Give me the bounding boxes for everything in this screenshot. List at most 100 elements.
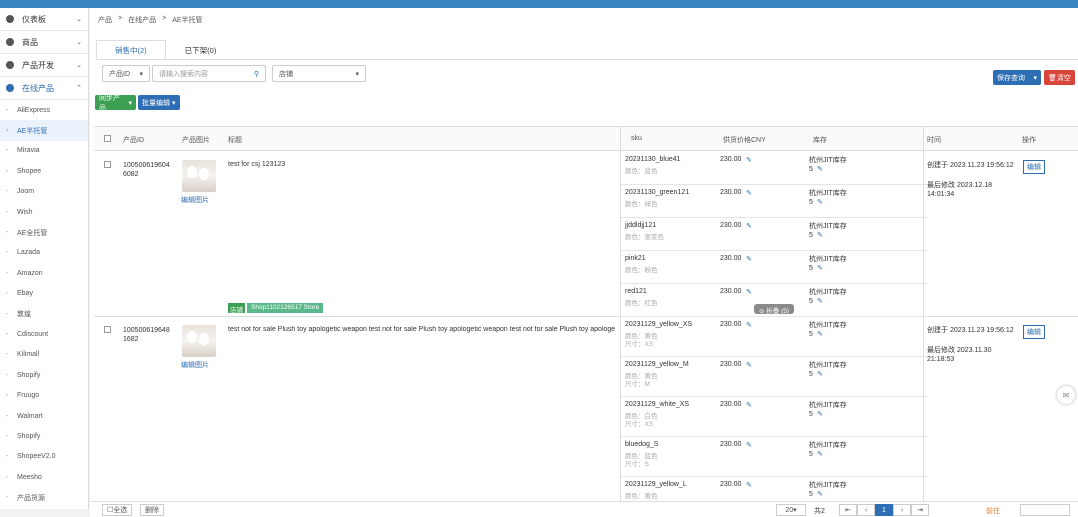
edit-price-icon[interactable]: ✎ xyxy=(746,361,752,369)
edit-price-icon[interactable]: ✎ xyxy=(746,401,752,409)
sidebar-group-label: 仪表板 xyxy=(22,14,46,24)
edit-image-link[interactable]: 编辑图片 xyxy=(181,360,209,370)
sidebar-item[interactable]: - Cdiscount xyxy=(0,324,88,344)
sidebar-item[interactable]: - Lazada xyxy=(0,243,88,263)
sku-price: 230.00 xyxy=(720,222,742,229)
select-all-checkbox[interactable] xyxy=(104,135,111,142)
chat-icon[interactable]: ✉ xyxy=(1057,386,1075,404)
edit-price-icon[interactable]: ✎ xyxy=(746,156,752,164)
edit-stock-icon[interactable]: ✎ xyxy=(817,297,823,305)
edit-stock-icon[interactable]: ✎ xyxy=(817,370,823,378)
edit-price-icon[interactable]: ✎ xyxy=(746,321,752,329)
sidebar-item[interactable]: - Walmart xyxy=(0,406,88,426)
sidebar-item[interactable]: - Shopify xyxy=(0,426,88,446)
goto-page-input[interactable] xyxy=(1020,504,1070,516)
sidebar-item[interactable]: - Shopify xyxy=(0,365,88,385)
search-icon[interactable]: ⚲ xyxy=(254,70,259,78)
sidebar-item[interactable]: - Ebay xyxy=(0,284,88,304)
edit-stock-icon[interactable]: ✎ xyxy=(817,198,823,206)
edit-stock-icon[interactable]: ✎ xyxy=(817,450,823,458)
page-number[interactable]: 1 xyxy=(875,504,893,516)
clear-button[interactable]: 🗑 清空 xyxy=(1044,70,1075,85)
sidebar-group-product-dev[interactable]: 产品开发 ⌄ xyxy=(0,54,88,77)
sidebar-item-label: Meesho xyxy=(17,473,42,481)
table-header: 产品ID 产品图片 标题 sku 供货价格CNY 库存 时间 操作 xyxy=(94,127,1078,151)
edit-stock-icon[interactable]: ✎ xyxy=(817,490,823,498)
sidebar-item[interactable]: - 产品货源 xyxy=(0,487,88,507)
sidebar-item[interactable]: - Kilimall xyxy=(0,345,88,365)
sidebar-item[interactable]: - Shopee xyxy=(0,161,88,181)
tab-on-sale[interactable]: 销售中(2) xyxy=(96,40,166,59)
edit-price-icon[interactable]: ✎ xyxy=(746,255,752,263)
prev-page-button[interactable]: ‹ xyxy=(857,504,875,516)
product-title: test for csj 123123 xyxy=(228,161,286,168)
row-checkbox[interactable] xyxy=(104,326,111,333)
sync-products-button[interactable]: 同步产品 ▾ xyxy=(95,95,136,112)
tab-off-shelf[interactable]: 已下架(0) xyxy=(165,40,236,59)
save-search-button[interactable]: 保存查询 ▾ xyxy=(993,70,1041,85)
edit-price-icon[interactable]: ✎ xyxy=(746,481,752,489)
edit-stock-icon[interactable]: ✎ xyxy=(817,264,823,272)
created-time: 创建于 2023.11.23 19:56:12 xyxy=(927,162,1014,169)
sidebar-item[interactable]: - Meesho xyxy=(0,467,88,487)
sidebar-item[interactable]: - AliExpress xyxy=(0,100,88,120)
edit-button[interactable]: 编辑 xyxy=(1023,160,1045,174)
sku-price: 230.00 xyxy=(720,255,742,262)
edit-price-icon[interactable]: ✎ xyxy=(746,288,752,296)
column-header: 产品图片 xyxy=(182,137,210,144)
store-select[interactable]: 店铺 ▾ xyxy=(272,65,366,82)
sku-warehouse: 杭州JIT库存 xyxy=(809,402,847,409)
sku-stock-qty: 5 xyxy=(809,298,813,305)
edit-button[interactable]: 编辑 xyxy=(1023,325,1045,339)
breadcrumb-item[interactable]: 产品 xyxy=(98,15,112,25)
sidebar-item[interactable]: - Fruugo xyxy=(0,385,88,405)
sidebar-item[interactable]: - Wish xyxy=(0,202,88,222)
search-input[interactable]: 请输入搜索内容 ⚲ xyxy=(152,65,266,82)
edit-price-icon[interactable]: ✎ xyxy=(746,441,752,449)
sku-price: 230.00 xyxy=(720,156,742,163)
sidebar-group-label: 产品开发 xyxy=(22,60,54,70)
sidebar-group-goods[interactable]: 商品 ⌄ xyxy=(0,31,88,54)
next-page-button[interactable]: › xyxy=(893,504,911,516)
edit-stock-icon[interactable]: ✎ xyxy=(817,410,823,418)
sidebar-item[interactable]: - 敦煌 xyxy=(0,304,88,324)
sidebar-item[interactable]: - Joom xyxy=(0,182,88,202)
product-image[interactable] xyxy=(182,160,216,192)
table-row: 1005006196481682 编辑图片 test not for sale … xyxy=(94,317,1078,501)
edit-image-link[interactable]: 编辑图片 xyxy=(181,195,209,205)
sidebar-item[interactable]: - ShopeeV2.0 xyxy=(0,447,88,467)
breadcrumb-item[interactable]: 在线产品 xyxy=(128,15,156,25)
first-page-button[interactable]: ⇤ xyxy=(839,504,857,516)
column-divider xyxy=(923,127,924,501)
dash-icon: - xyxy=(6,208,9,216)
page-size-select[interactable]: 20 ▾ xyxy=(776,504,806,516)
delete-button[interactable]: 删除 xyxy=(140,504,164,516)
row-checkbox[interactable] xyxy=(104,161,111,168)
chevron-down-icon: ▾ xyxy=(355,70,359,78)
button-label: 批量编辑 xyxy=(142,99,170,107)
edit-price-icon[interactable]: ✎ xyxy=(746,189,752,197)
sidebar-item[interactable]: - Miravia xyxy=(0,141,88,161)
sku-row: bluedog_S 颜色：蓝色 尺寸：S 230.00 ✎ 杭州JIT库存 5 ✎ xyxy=(620,437,927,477)
sidebar-item[interactable]: - AE全托管 xyxy=(0,222,88,242)
edit-stock-icon[interactable]: ✎ xyxy=(817,231,823,239)
goto-label: 前往 xyxy=(986,508,1000,515)
sidebar-item-label: Amazon xyxy=(17,269,43,277)
chevron-down-icon: ▾ xyxy=(793,507,797,514)
dash-icon: - xyxy=(6,290,9,298)
column-header: sku xyxy=(631,135,642,142)
sidebar-item[interactable]: › AE半托管 xyxy=(0,120,88,141)
sidebar-item-label: Lazada xyxy=(17,249,40,257)
product-image[interactable] xyxy=(182,325,216,357)
select-all-button[interactable]: ☐ 全选 xyxy=(102,504,133,516)
last-page-button[interactable]: ⇥ xyxy=(911,504,929,516)
sidebar-group-online-products[interactable]: 在线产品 ⌃ xyxy=(0,77,88,100)
edit-stock-icon[interactable]: ✎ xyxy=(817,330,823,338)
product-id: 1005006196481682 xyxy=(123,327,170,343)
edit-price-icon[interactable]: ✎ xyxy=(746,222,752,230)
sidebar-group-dashboard[interactable]: 仪表板 ⌄ xyxy=(0,8,88,31)
search-field-select[interactable]: 产品ID ▾ xyxy=(102,65,150,82)
sidebar-item[interactable]: - Amazon xyxy=(0,263,88,283)
batch-edit-button[interactable]: 批量编辑 ▾ xyxy=(138,95,180,110)
edit-stock-icon[interactable]: ✎ xyxy=(817,165,823,173)
